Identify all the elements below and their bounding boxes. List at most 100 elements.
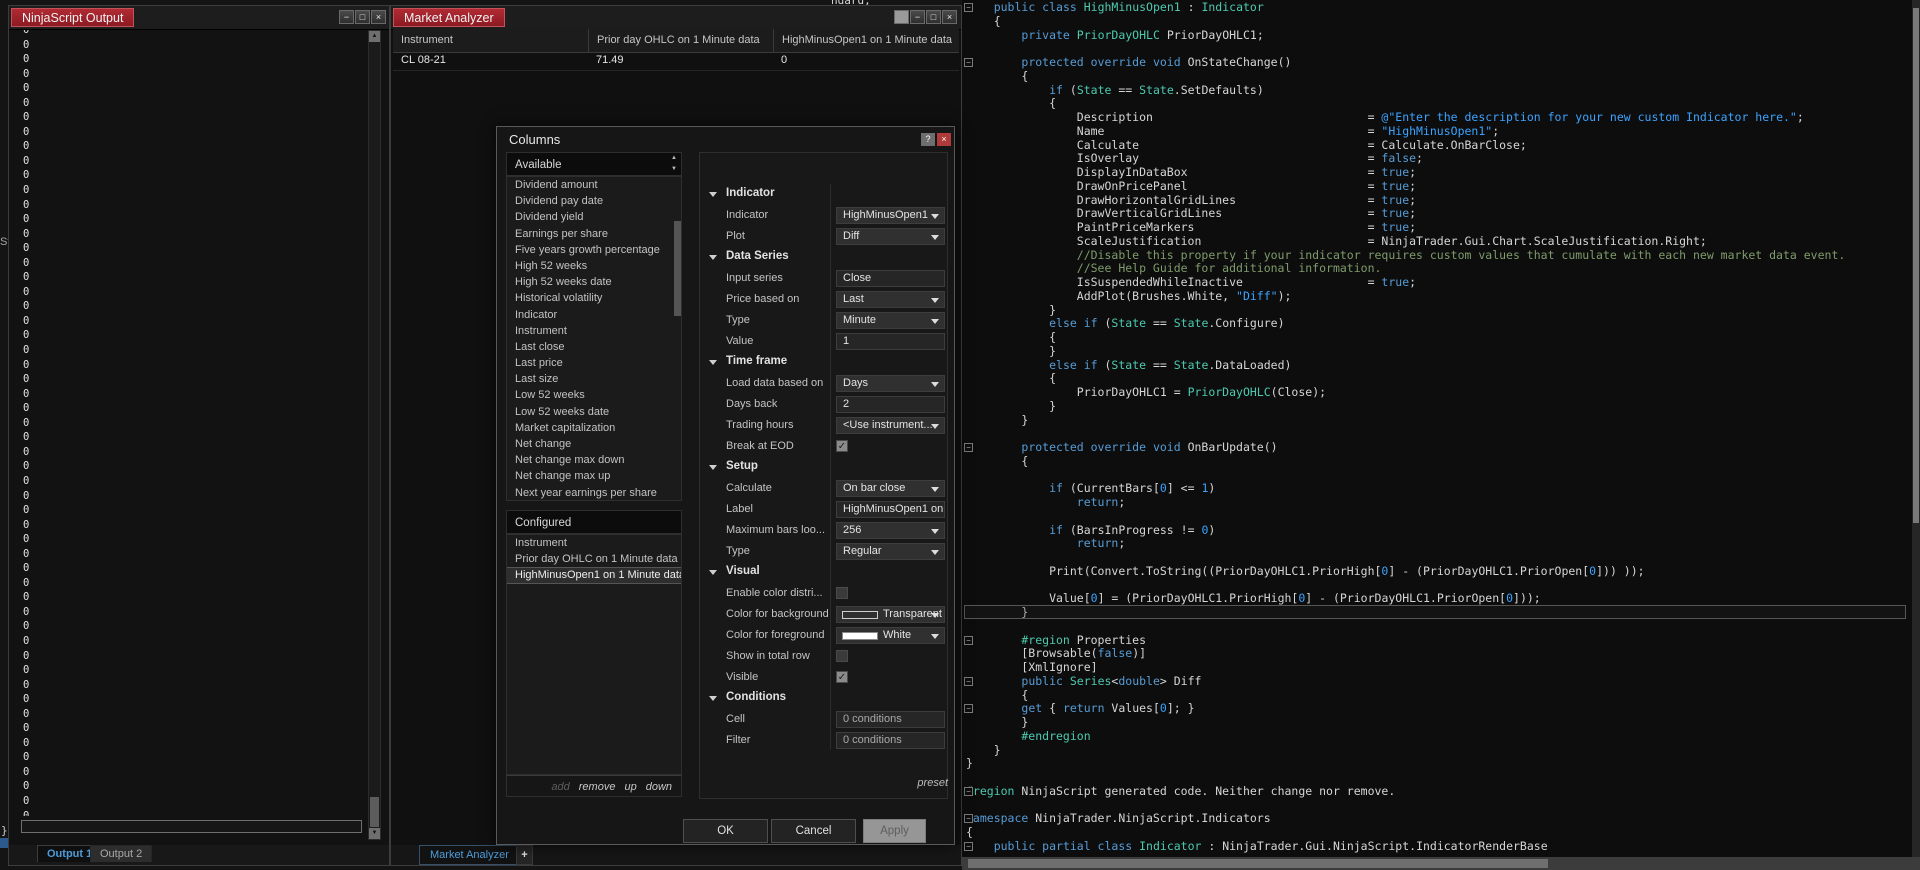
scrollbar-thumb[interactable] — [968, 859, 1548, 868]
available-item[interactable]: Market capitalization — [507, 420, 681, 436]
available-item[interactable]: Next year earnings per share — [507, 485, 681, 501]
code-line[interactable] — [966, 771, 1845, 785]
code-line[interactable]: //Disable this property if your indicato… — [966, 249, 1845, 263]
fold-marker-icon[interactable]: − — [964, 814, 973, 823]
fold-marker-icon[interactable]: − — [964, 787, 973, 796]
code-line[interactable]: } — [966, 716, 1845, 730]
code-line[interactable]: ScaleJustification = NinjaTrader.Gui.Cha… — [966, 235, 1845, 249]
scrollbar-thumb[interactable] — [370, 797, 379, 827]
column-header[interactable]: Instrument — [393, 29, 588, 52]
code-line[interactable]: DisplayInDataBox = true; — [966, 166, 1845, 180]
maximize-icon[interactable]: □ — [926, 10, 941, 24]
code-line[interactable]: AddPlot(Brushes.White, "Diff"); — [966, 290, 1845, 304]
code-line[interactable] — [966, 799, 1845, 813]
scrollbar-thumb[interactable] — [1913, 8, 1919, 523]
code-line[interactable]: { — [966, 331, 1845, 345]
code-line[interactable]: DrawOnPricePanel = true; — [966, 180, 1845, 194]
break-at-eod-checkbox[interactable]: ✓ — [836, 440, 848, 452]
code-line[interactable]: Print(Convert.ToString((PriorDayOHLC1.Pr… — [966, 565, 1845, 579]
load-data-based-on-dropdown[interactable]: Days — [836, 375, 945, 392]
fold-marker-icon[interactable]: − — [964, 704, 973, 713]
code-line[interactable]: IsOverlay = false; — [966, 152, 1845, 166]
fold-marker-icon[interactable]: − — [964, 443, 973, 452]
code-line[interactable]: } — [966, 304, 1845, 318]
code-line[interactable]: [XmlIgnore] — [966, 661, 1845, 675]
code-line[interactable]: DrawVerticalGridLines = true; — [966, 207, 1845, 221]
editor-vertical-scrollbar[interactable] — [1912, 0, 1920, 857]
code-line[interactable]: #region NinjaScript generated code. Neit… — [966, 785, 1845, 799]
available-item[interactable]: Indicator — [507, 307, 681, 323]
days-back-input[interactable]: 2 — [836, 396, 945, 413]
code-line[interactable]: Name = "HighMinusOpen1"; — [966, 125, 1845, 139]
code-line[interactable]: } — [966, 757, 1845, 771]
minimize-icon[interactable]: − — [910, 10, 925, 24]
collapse-arrow-icon[interactable] — [709, 360, 717, 365]
available-item[interactable]: Low 52 weeks — [507, 387, 681, 403]
table-cell[interactable]: 71.49 — [588, 52, 773, 70]
configured-item[interactable]: HighMinusOpen1 on 1 Minute data — [507, 567, 681, 583]
fold-marker-icon[interactable]: − — [964, 842, 973, 851]
code-line[interactable]: IsSuspendedWhileInactive = true; — [966, 276, 1845, 290]
help-icon[interactable]: ? — [921, 133, 935, 146]
code-line[interactable]: { — [966, 97, 1845, 111]
code-line[interactable]: Value[0] = (PriorDayOHLC1.PriorHigh[0] -… — [966, 592, 1845, 606]
available-item[interactable]: Net change max up — [507, 468, 681, 484]
value-input[interactable]: 1 — [836, 333, 945, 350]
code-line[interactable]: if (BarsInProgress != 0) — [966, 524, 1845, 538]
code-line[interactable]: public Series<double> Diff — [966, 675, 1845, 689]
apply-button[interactable]: Apply — [863, 819, 926, 843]
input-series-input[interactable]: Close — [836, 270, 945, 287]
code-line[interactable]: protected override void OnBarUpdate() — [966, 441, 1845, 455]
available-item[interactable]: Dividend pay date — [507, 193, 681, 209]
code-line[interactable]: Calculate = Calculate.OnBarClose; — [966, 139, 1845, 153]
code-line[interactable]: { — [966, 455, 1845, 469]
close-icon[interactable]: × — [942, 10, 957, 24]
configured-item[interactable]: Prior day OHLC on 1 Minute data — [507, 551, 681, 567]
enable-color-distri--checkbox[interactable] — [836, 587, 848, 599]
price-based-on-dropdown[interactable]: Last — [836, 291, 945, 308]
code-line[interactable] — [966, 427, 1845, 441]
close-icon[interactable]: × — [937, 133, 951, 146]
code-line[interactable]: get { return Values[0]; } — [966, 702, 1845, 716]
add-tab-button[interactable]: + — [516, 845, 533, 865]
table-cell[interactable]: CL 08-21 — [393, 52, 588, 70]
code-line[interactable]: { — [966, 70, 1845, 84]
calculate-dropdown[interactable]: On bar close — [836, 480, 945, 497]
code-line[interactable]: else if (State == State.Configure) — [966, 317, 1845, 331]
code-line[interactable]: namespace NinjaTrader.NinjaScript.Indica… — [966, 812, 1845, 826]
code-line[interactable] — [966, 579, 1845, 593]
code-line[interactable]: //See Help Guide for additional informat… — [966, 262, 1845, 276]
type-dropdown[interactable]: Minute — [836, 312, 945, 329]
available-item[interactable]: Dividend amount — [507, 177, 681, 193]
fold-marker-icon[interactable]: − — [964, 3, 973, 12]
code-line[interactable]: PriorDayOHLC1 = PriorDayOHLC(Close); — [966, 386, 1845, 400]
output-command-input[interactable] — [21, 820, 362, 833]
scroll-down-icon[interactable]: ▼ — [369, 828, 380, 839]
available-item[interactable]: Last size — [507, 371, 681, 387]
collapse-arrow-icon[interactable] — [709, 696, 717, 701]
collapse-arrow-icon[interactable] — [709, 465, 717, 470]
maximize-icon[interactable]: □ — [355, 10, 370, 24]
editor-horizontal-scrollbar[interactable] — [962, 857, 1920, 870]
code-line[interactable]: public partial class Indicator : NinjaTr… — [966, 840, 1845, 854]
preset-link[interactable]: preset — [699, 777, 948, 789]
available-item[interactable]: Last price — [507, 355, 681, 371]
code-line[interactable]: #endregion — [966, 730, 1845, 744]
code-line[interactable]: else if (State == State.DataLoaded) — [966, 359, 1845, 373]
collapse-arrow-icon[interactable] — [709, 192, 717, 197]
remove-button[interactable]: remove — [579, 781, 616, 793]
available-scrollbar-thumb[interactable] — [674, 221, 681, 316]
available-item[interactable]: Instrument — [507, 323, 681, 339]
output-log-list[interactable]: 0000000000000000000000000000000000000000… — [13, 30, 367, 816]
code-line[interactable]: return; — [966, 496, 1845, 510]
code-line[interactable]: { — [966, 689, 1845, 703]
minimize-icon[interactable]: − — [339, 10, 354, 24]
code-line[interactable] — [966, 510, 1845, 524]
analyzer-data-row[interactable]: CL 08-2171.490 — [393, 52, 959, 71]
indicator-dropdown[interactable]: HighMinusOpen1 — [836, 207, 945, 224]
code-line[interactable]: if (State == State.SetDefaults) — [966, 84, 1845, 98]
visible-checkbox[interactable]: ✓ — [836, 671, 848, 683]
close-icon[interactable]: × — [371, 10, 386, 24]
output-titlebar[interactable]: NinjaScript Output − □ × — [9, 6, 389, 30]
properties-icon[interactable] — [894, 10, 909, 24]
